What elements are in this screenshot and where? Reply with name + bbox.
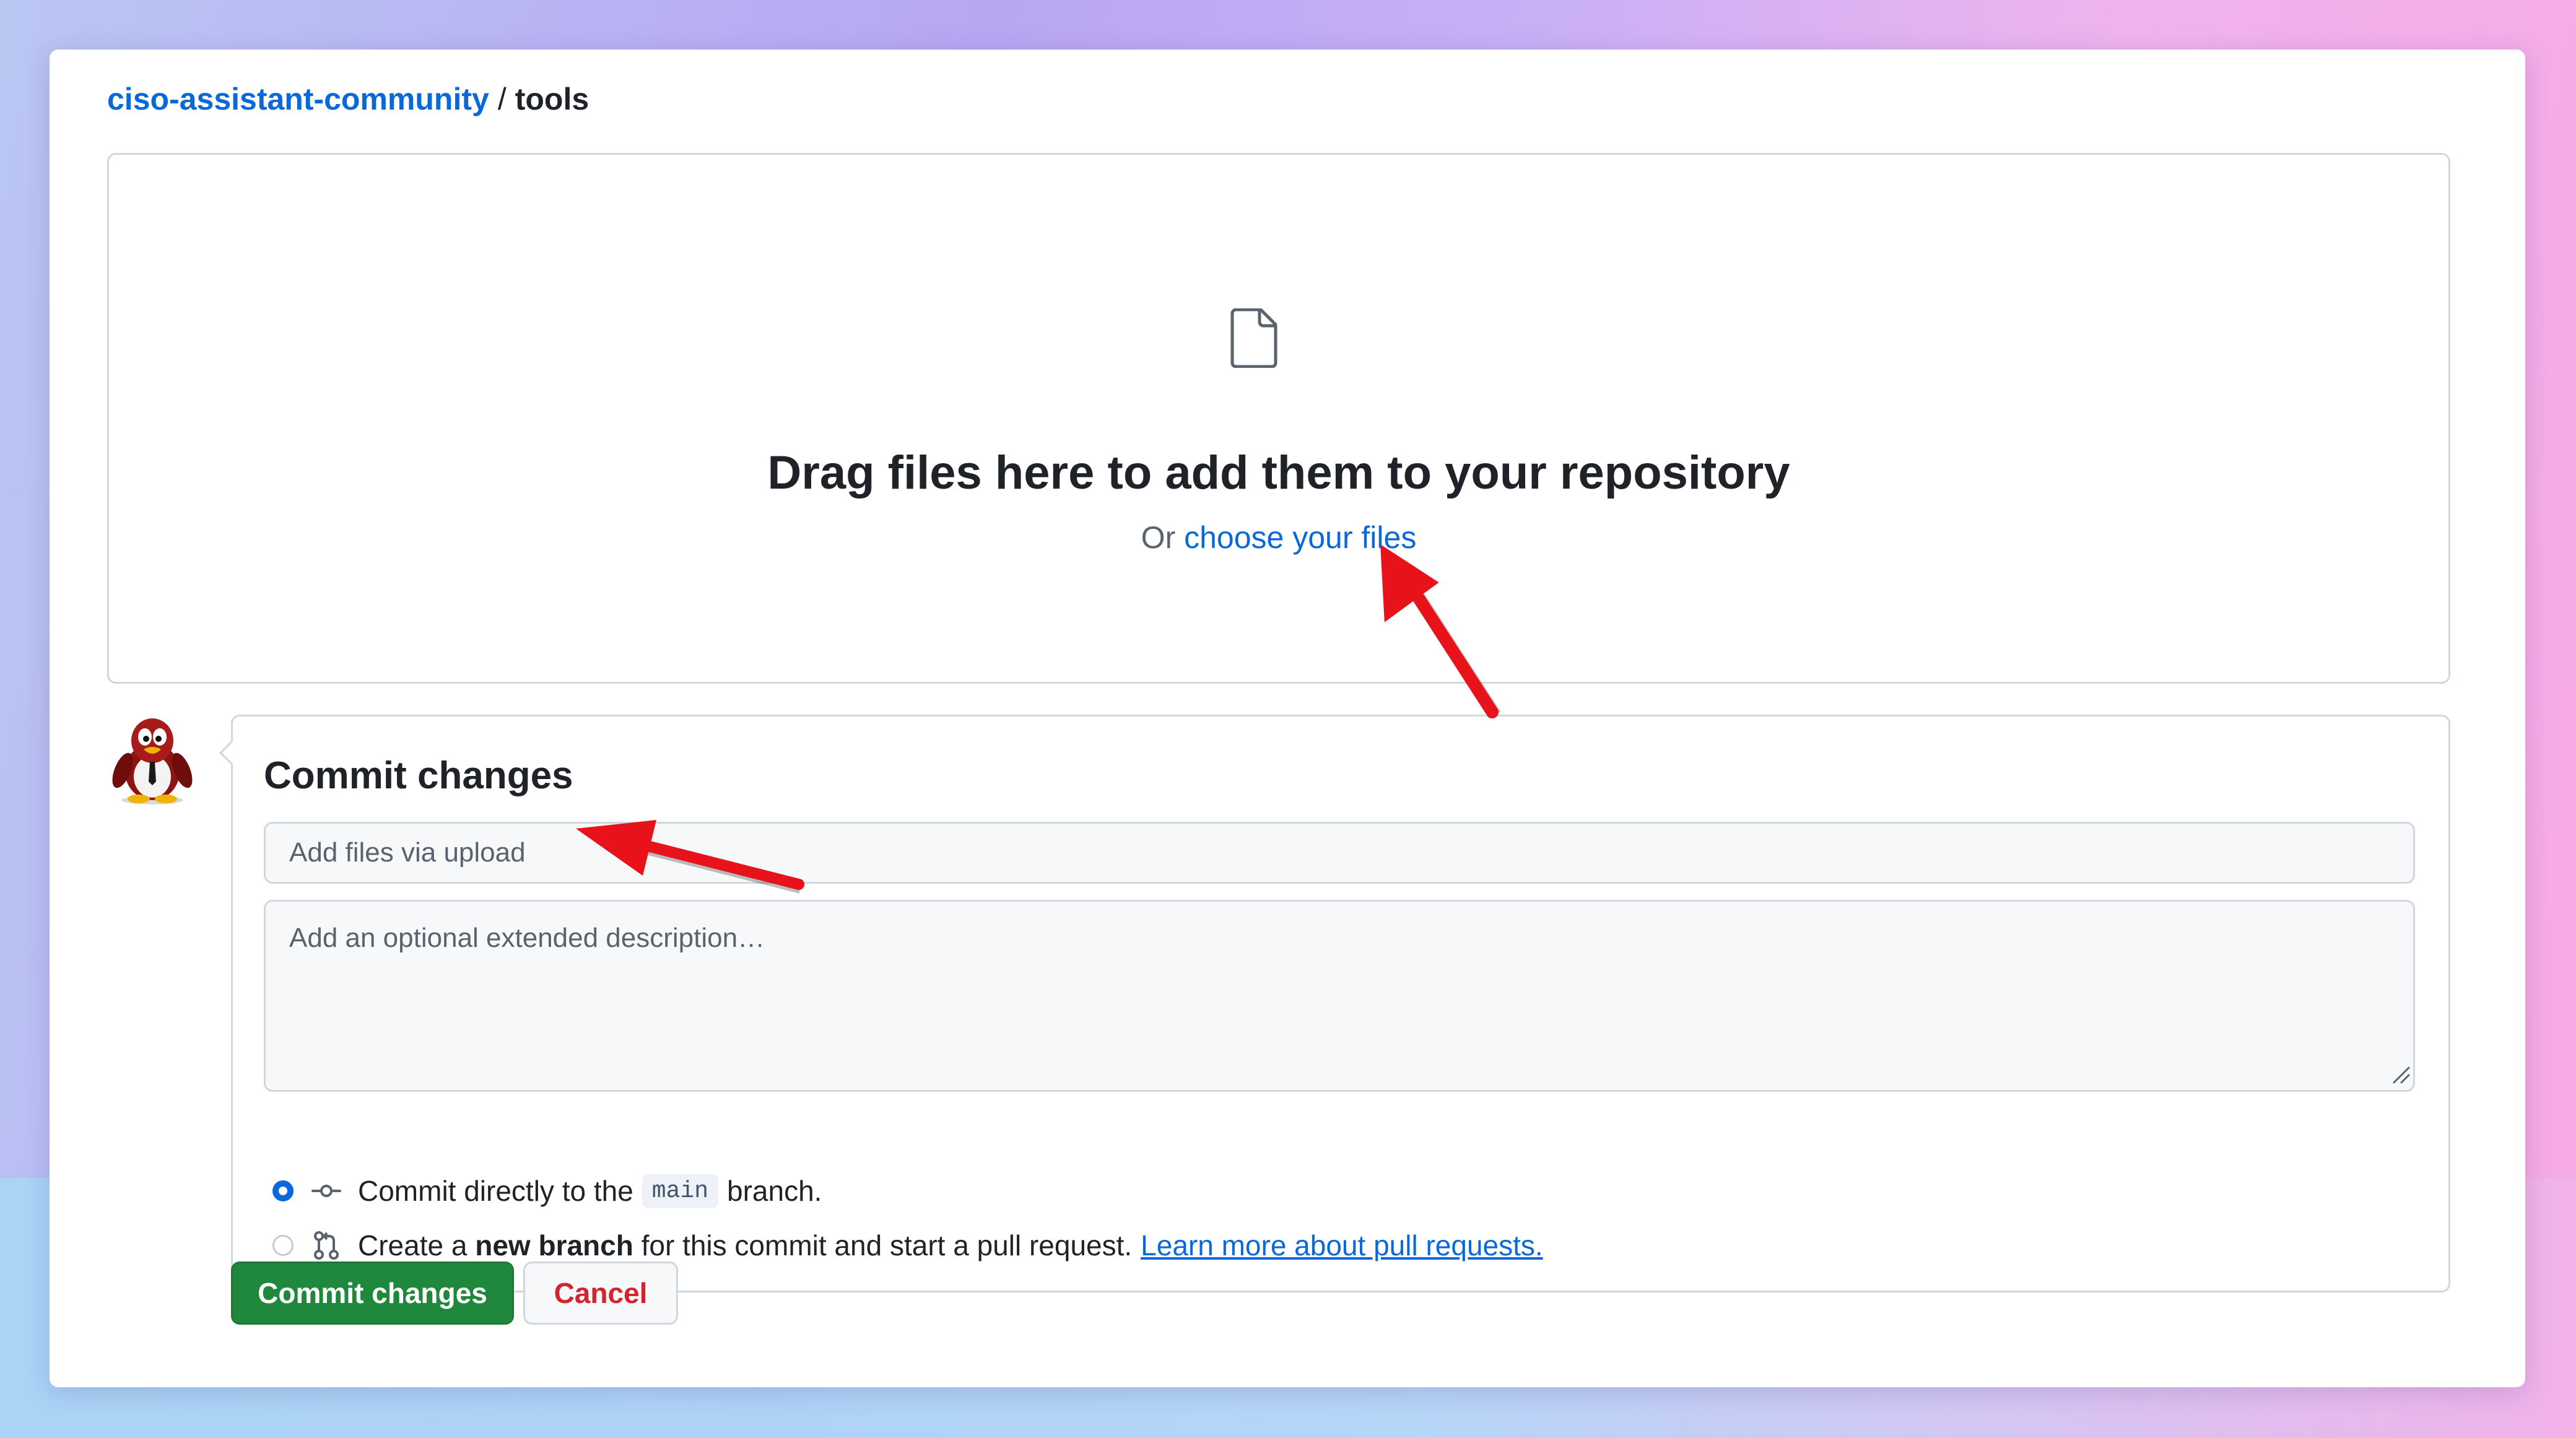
- drop-zone-title: Drag files here to add them to your repo…: [767, 447, 1790, 499]
- commit-changes-panel: Commit changes Commit directly to the ma…: [231, 715, 2450, 1292]
- new-branch-radio[interactable]: [272, 1235, 294, 1256]
- new-branch-text-suffix: for this commit and start a pull request…: [641, 1229, 1133, 1262]
- cancel-button[interactable]: Cancel: [523, 1262, 678, 1325]
- commit-direct-suffix: branch.: [727, 1175, 822, 1207]
- git-commit-icon: [311, 1185, 341, 1197]
- breadcrumb-separator: /: [497, 82, 507, 116]
- drop-zone-subtitle: Or choose your files: [109, 518, 2448, 557]
- commit-summary-input[interactable]: [264, 822, 2415, 884]
- penguin-avatar[interactable]: [107, 712, 198, 805]
- new-branch-option[interactable]: Create a new branch for this commit and …: [272, 1224, 1543, 1267]
- commit-direct-option[interactable]: Commit directly to the main branch.: [272, 1169, 822, 1213]
- new-branch-text-prefix: Create a: [358, 1229, 468, 1262]
- drop-zone-prefix: Or: [1141, 520, 1176, 555]
- commit-direct-radio[interactable]: [272, 1180, 294, 1201]
- upload-page-card: ciso-assistant-community / tools Drag file…: [50, 50, 2525, 1387]
- commit-heading: Commit changes: [264, 754, 573, 797]
- branch-name-badge: main: [642, 1174, 719, 1208]
- file-icon: [1230, 308, 1277, 368]
- breadcrumb-repo-link[interactable]: tools: [515, 82, 589, 116]
- git-pull-request-icon: [314, 1231, 339, 1260]
- breadcrumb: ciso-assistant-community / tools: [107, 79, 589, 119]
- breadcrumb-owner-link[interactable]: ciso-assistant-community: [107, 82, 489, 116]
- choose-files-link[interactable]: choose your files: [1184, 520, 1416, 555]
- commit-direct-text: Commit directly to the: [358, 1175, 633, 1207]
- learn-more-pull-requests-link[interactable]: Learn more about pull requests.: [1141, 1229, 1543, 1262]
- new-branch-bold: new branch: [475, 1229, 633, 1262]
- file-drop-zone[interactable]: Drag files here to add them to your repo…: [107, 153, 2450, 684]
- commit-changes-button[interactable]: Commit changes: [231, 1262, 514, 1325]
- commit-description-textarea[interactable]: [264, 900, 2415, 1092]
- resize-handle-icon[interactable]: [2391, 1065, 2410, 1084]
